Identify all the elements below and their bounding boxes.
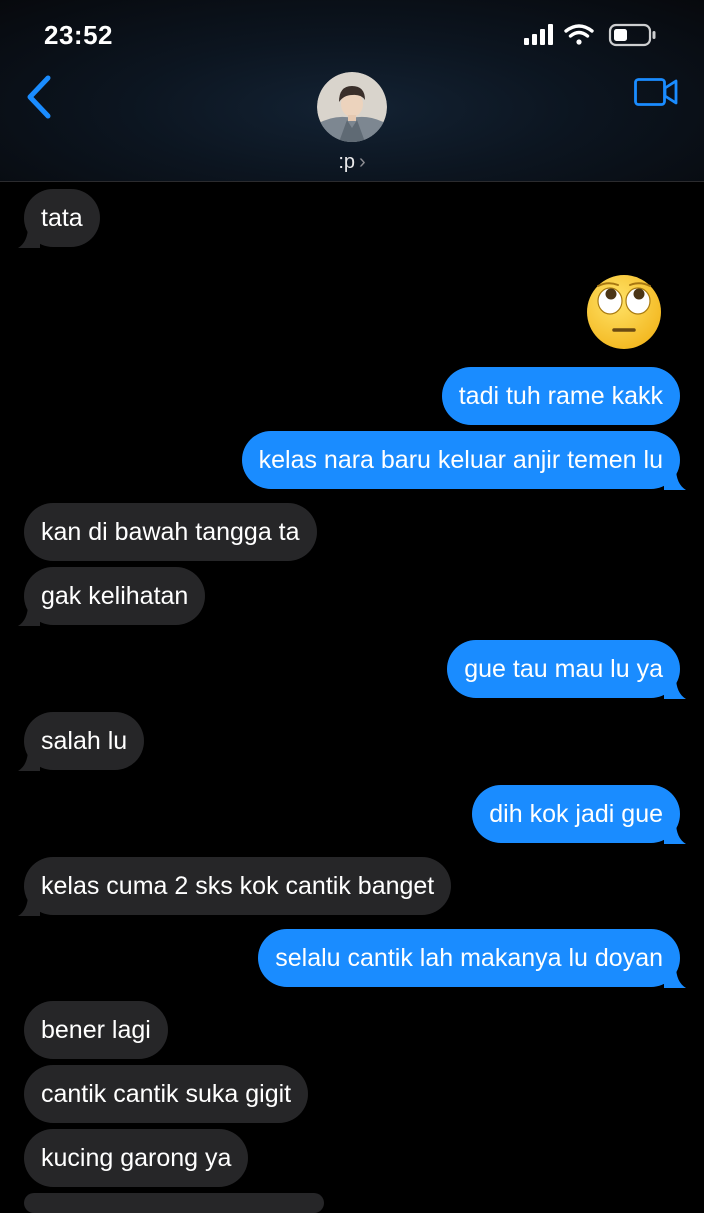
bubble-tail <box>664 468 686 490</box>
message-text: tata <box>41 204 83 232</box>
message-text: kan di bawah tangga ta <box>41 518 300 546</box>
message-incoming-partial <box>24 1193 324 1213</box>
message-incoming[interactable]: cantik cantik suka gigit <box>24 1065 309 1123</box>
bubble-tail <box>18 894 40 916</box>
message-text: kelas cuma 2 sks kok cantik banget <box>41 872 435 900</box>
message-outgoing[interactable]: gue tau mau lu ya <box>447 640 686 699</box>
message-text: salah lu <box>41 727 128 755</box>
message-outgoing[interactable]: dih kok jadi gue <box>472 785 686 844</box>
message-text: cantik cantik suka gigit <box>41 1080 292 1108</box>
message-text: gue tau mau lu ya <box>464 655 663 683</box>
message-outgoing[interactable]: kelas nara baru keluar anjir temen lu <box>241 431 686 490</box>
bubble-tail <box>664 966 686 988</box>
message-outgoing[interactable]: selalu cantik lah makanya lu doyan <box>258 929 686 988</box>
message-text: tadi tuh rame kakk <box>458 382 663 410</box>
bubble-tail <box>18 226 40 248</box>
message-incoming[interactable]: bener lagi <box>24 1001 168 1059</box>
message-text: selalu cantik lah makanya lu doyan <box>275 944 663 972</box>
bubble-tail <box>18 604 40 626</box>
message-text: kucing garong ya <box>41 1144 232 1172</box>
message-text: gak kelihatan <box>41 582 189 610</box>
chevron-right-icon: › <box>359 151 366 173</box>
message-outgoing[interactable]: tadi tuh rame kakk <box>441 367 680 425</box>
video-camera-icon[interactable] <box>634 78 678 106</box>
message-incoming[interactable]: gak kelihatan <box>18 567 206 626</box>
avatar[interactable] <box>317 72 387 142</box>
status-icons <box>524 23 656 47</box>
contact-name[interactable]: :p › <box>0 151 704 174</box>
message-incoming[interactable]: kucing garong ya <box>24 1129 249 1187</box>
message-incoming[interactable]: salah lu <box>18 712 145 771</box>
chevron-left-icon[interactable] <box>22 74 58 120</box>
contact-name-label: :p <box>338 151 355 173</box>
conversation-header: 23:52 :p › <box>0 0 704 182</box>
message-text: bener lagi <box>41 1016 151 1044</box>
bubble-tail <box>664 822 686 844</box>
signal-bars-icon <box>524 24 553 45</box>
message-text: dih kok jadi gue <box>489 800 663 828</box>
status-time: 23:52 <box>44 20 113 50</box>
battery-icon <box>608 23 656 47</box>
bubble-tail <box>18 749 40 771</box>
bubble-tail <box>664 677 686 699</box>
rolling-eyes-emoji-icon[interactable] <box>584 272 664 352</box>
message-incoming[interactable]: tata <box>18 189 100 248</box>
message-incoming[interactable]: kelas cuma 2 sks kok cantik banget <box>18 857 452 916</box>
message-text: kelas nara baru keluar anjir temen lu <box>258 446 663 474</box>
message-incoming[interactable]: kan di bawah tangga ta <box>24 503 317 561</box>
wifi-icon <box>564 24 594 45</box>
